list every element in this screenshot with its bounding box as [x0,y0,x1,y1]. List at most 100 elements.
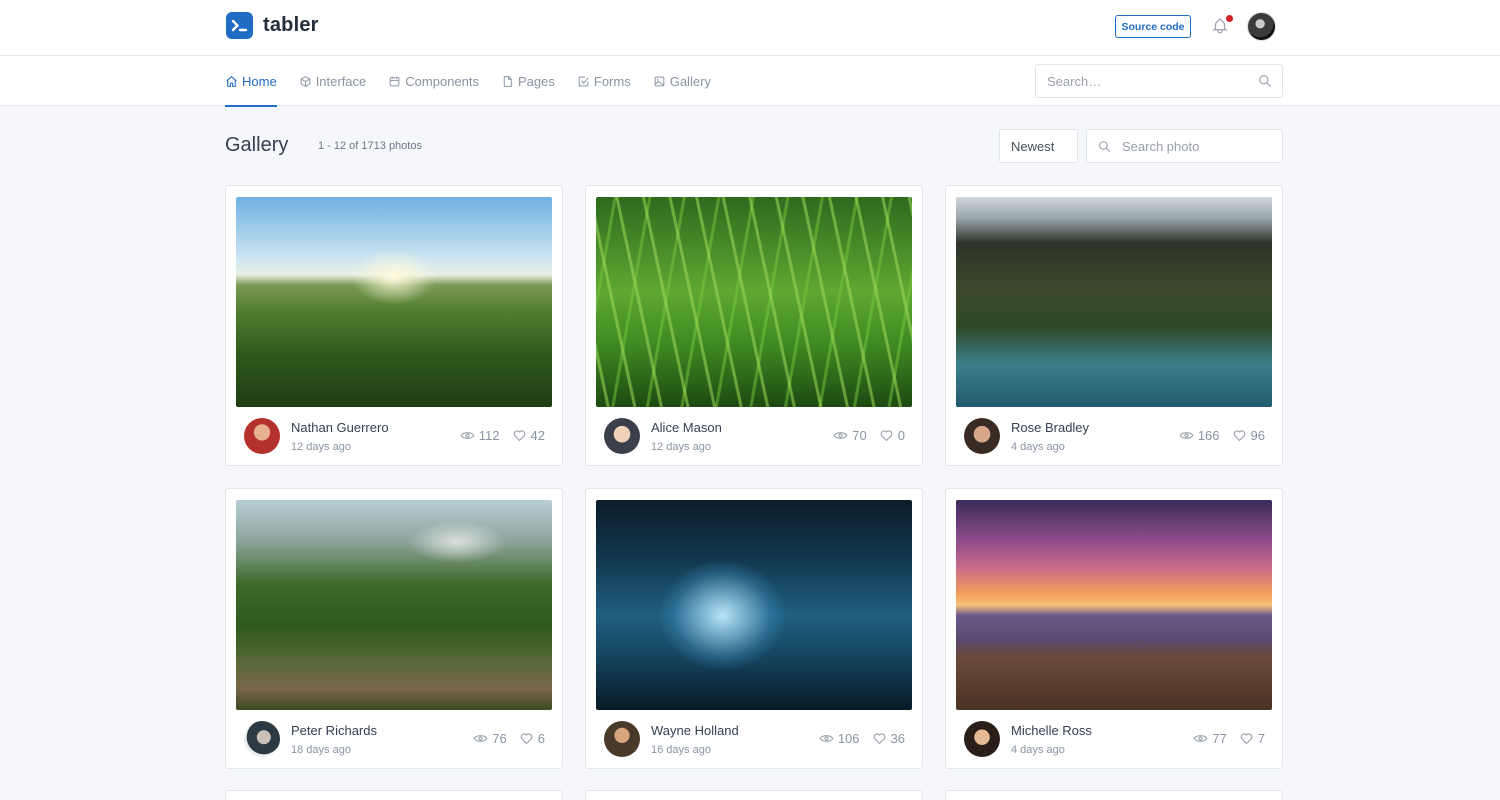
likes-value: 0 [897,428,905,443]
image-icon [654,76,665,86]
gallery-photo[interactable] [596,500,912,710]
nav-pages-label: Pages [518,73,555,89]
views-value: 70 [852,428,867,443]
likes-value: 6 [537,731,545,746]
likes-value: 42 [530,428,545,443]
author-avatar[interactable] [964,418,1000,454]
author-name[interactable]: Wayne Holland [651,723,739,738]
navbar: Home Interface Components Pages Forms Ga… [0,56,1500,107]
gallery-card: Wayne Holland 16 days ago 106 36 [585,488,923,769]
post-time: 12 days ago [291,441,351,453]
views-value: 112 [478,428,500,443]
main-nav: Home Interface Components Pages Forms Ga… [225,56,733,107]
nav-gallery-label: Gallery [669,73,711,89]
likes-count[interactable]: 0 [879,428,905,443]
nav-interface[interactable]: Interface [299,56,367,106]
heart-icon [1240,733,1253,745]
heart-icon [1233,430,1245,442]
gallery-photo[interactable] [956,197,1272,407]
author-avatar[interactable] [604,721,640,757]
nav-forms[interactable]: Forms [577,56,631,106]
author-name[interactable]: Alice Mason [651,420,722,435]
likes-count[interactable]: 36 [872,731,905,746]
gallery-card-partial [585,790,923,800]
search-icon [1099,141,1110,152]
likes-value: 36 [890,731,905,746]
box-icon [300,75,311,87]
gallery-card: Michelle Ross 4 days ago 77 7 [945,488,1283,769]
nav-pages[interactable]: Pages [501,56,555,106]
likes-count[interactable]: 42 [512,428,545,443]
likes-count[interactable]: 96 [1232,428,1265,443]
post-time: 16 days ago [651,744,711,756]
brand[interactable]: tabler [226,12,319,39]
gallery-card-partial [225,790,563,800]
eye-icon [1179,432,1194,439]
tabler-logo-icon [226,12,253,39]
views-count[interactable]: 166 [1179,428,1220,443]
views-count[interactable]: 112 [460,428,500,443]
photo-stats: 166 96 [1179,428,1265,443]
nav-home-label: Home [242,73,277,89]
eye-icon [460,432,475,439]
gallery-photo[interactable] [596,197,912,407]
author-avatar[interactable] [244,721,280,757]
eye-icon [833,432,848,439]
photo-search [1086,129,1283,163]
author-name[interactable]: Michelle Ross [1011,723,1092,738]
user-avatar[interactable] [1247,12,1276,41]
home-icon [226,75,237,87]
post-time: 4 days ago [1011,744,1065,756]
nav-gallery[interactable]: Gallery [653,56,711,106]
global-search-input[interactable] [1036,65,1246,97]
likes-value: 96 [1250,428,1265,443]
gallery-card: Nathan Guerrero 12 days ago 112 42 [225,185,563,466]
nav-components[interactable]: Components [388,56,479,106]
gallery-photo[interactable] [236,500,552,710]
gallery-card: Peter Richards 18 days ago 76 6 [225,488,563,769]
views-count[interactable]: 106 [819,731,860,746]
nav-interface-label: Interface [315,73,367,89]
views-count[interactable]: 77 [1193,731,1227,746]
heart-icon [513,430,525,442]
file-icon [503,75,512,87]
check-square-icon [578,76,589,86]
author-name[interactable]: Rose Bradley [1011,420,1089,435]
photo-stats: 112 42 [460,428,545,443]
post-time: 18 days ago [291,744,351,756]
views-value: 77 [1212,731,1227,746]
views-count[interactable]: 70 [833,428,867,443]
nav-components-label: Components [405,73,479,89]
likes-value: 7 [1257,731,1265,746]
author-avatar[interactable] [964,721,1000,757]
author-avatar[interactable] [604,418,640,454]
author-avatar[interactable] [244,418,280,454]
photo-stats: 106 36 [819,731,905,746]
author-name[interactable]: Peter Richards [291,723,377,738]
gallery-card-partial [945,790,1283,800]
page-title: Gallery [225,134,289,156]
author-name[interactable]: Nathan Guerrero [291,420,389,435]
photo-search-input[interactable] [1122,130,1277,162]
photo-stats: 76 6 [473,731,545,746]
source-code-button[interactable]: Source code [1115,15,1191,38]
heart-icon [880,430,893,442]
eye-icon [819,735,834,742]
post-time: 12 days ago [651,441,711,453]
likes-count[interactable]: 6 [519,731,545,746]
likes-count[interactable]: 7 [1239,731,1265,746]
gallery-photo[interactable] [236,197,552,407]
post-time: 4 days ago [1011,441,1065,453]
views-count[interactable]: 76 [473,731,507,746]
top-header: tabler Source code [0,0,1500,56]
heart-icon [873,733,885,745]
nav-forms-label: Forms [593,73,631,89]
sort-select[interactable]: Newest [999,129,1078,163]
search-icon[interactable] [1258,74,1272,88]
views-value: 166 [1197,428,1220,443]
global-search [1035,64,1283,98]
nav-home[interactable]: Home [225,56,277,107]
photo-count: 1 - 12 of 1713 photos [318,140,422,152]
gallery-photo[interactable] [956,500,1272,710]
photo-stats: 70 0 [833,428,905,443]
